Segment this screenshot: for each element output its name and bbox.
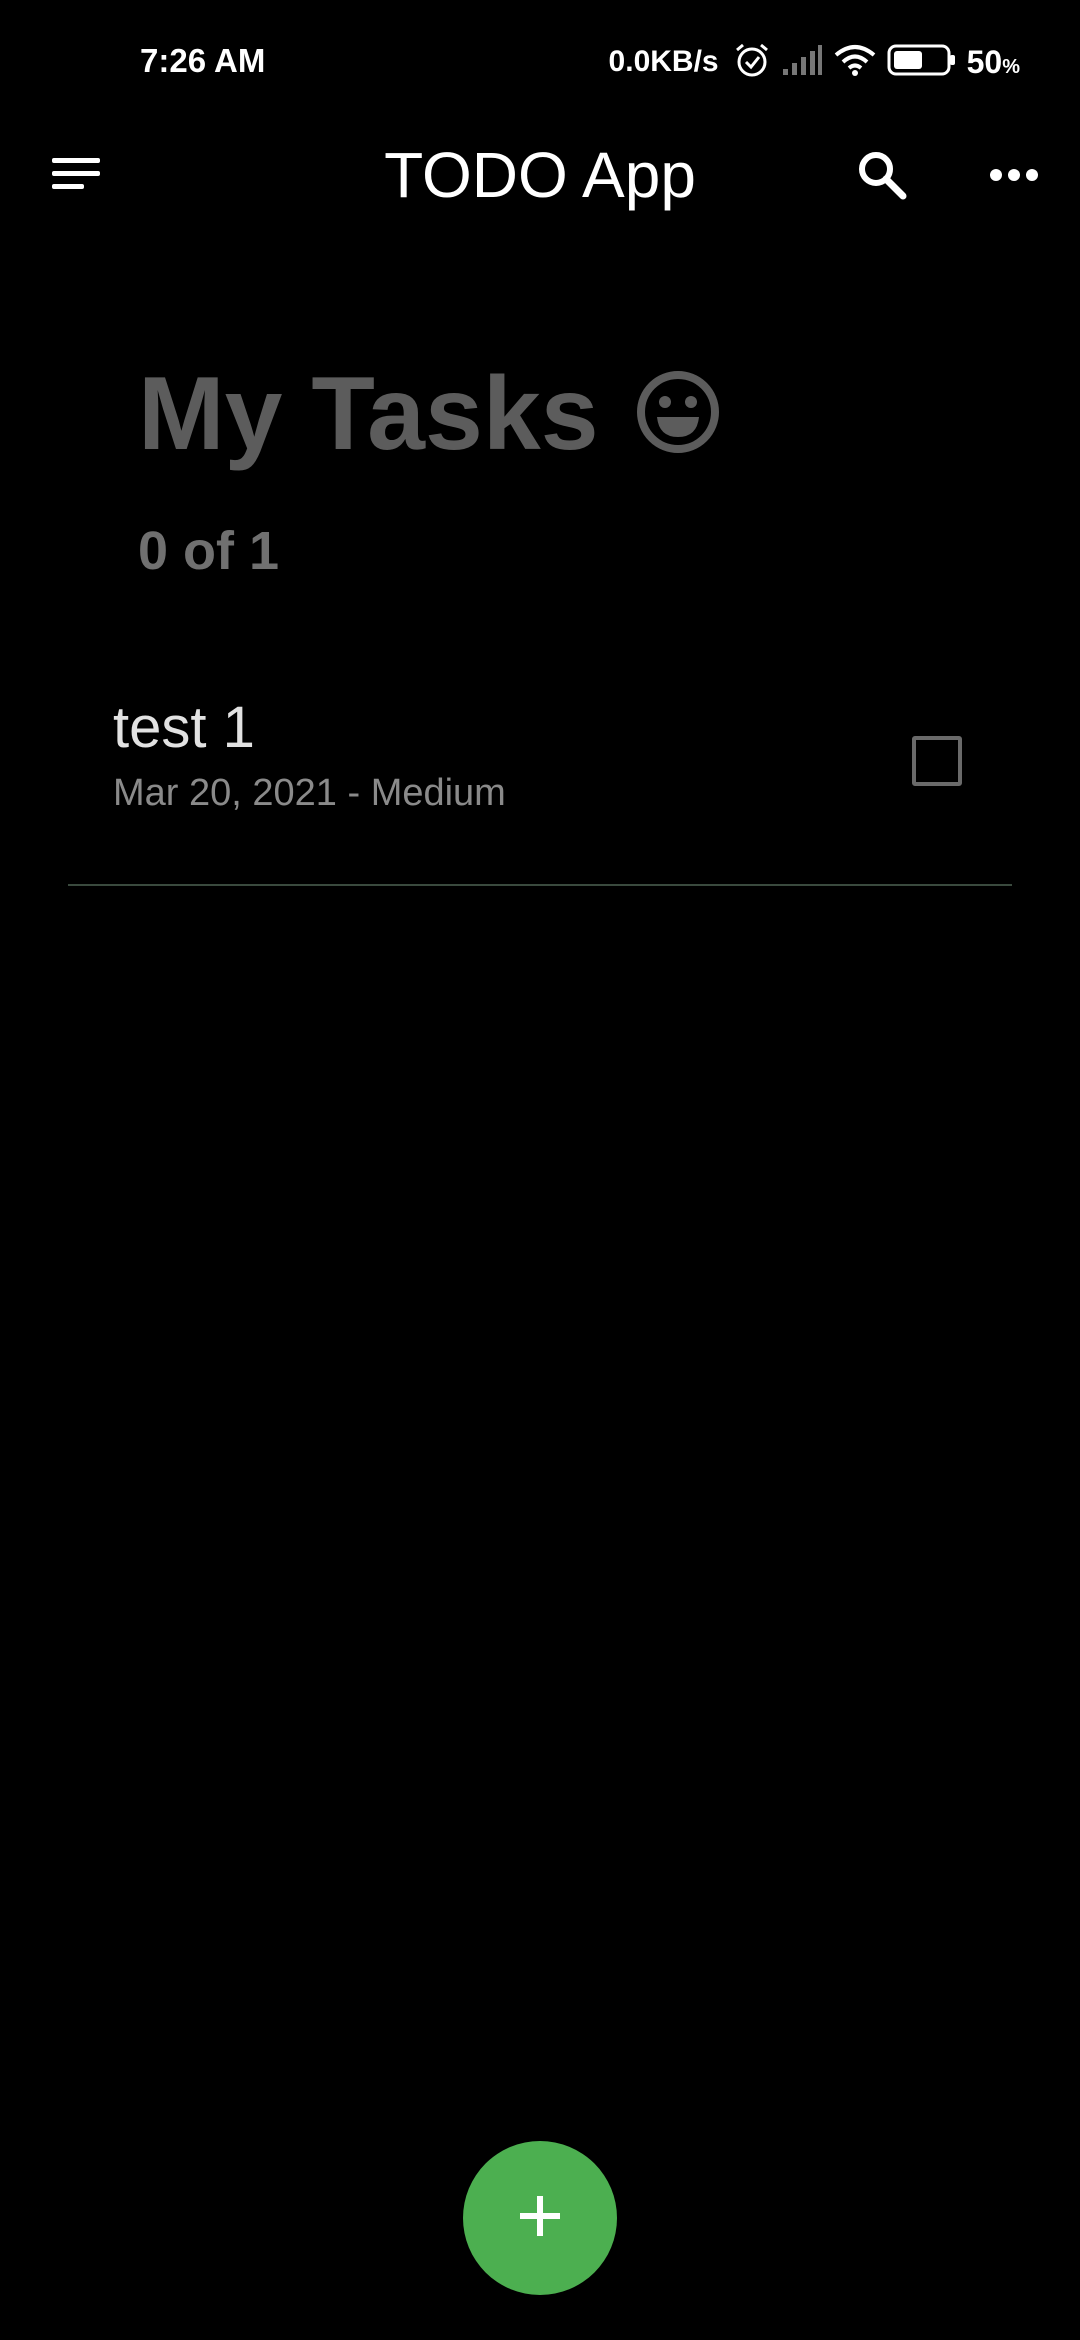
search-icon: [856, 149, 908, 206]
page-heading: My Tasks: [138, 362, 721, 466]
task-title: test 1: [113, 695, 255, 760]
net-speed: 0.0KB/s: [608, 45, 719, 78]
smiley-icon: [635, 369, 721, 460]
wifi-icon: [833, 43, 877, 82]
battery-icon: [887, 43, 957, 82]
battery-percentage: 50%: [966, 43, 1020, 80]
more-options-button[interactable]: [978, 144, 1050, 210]
status-time: 7:26 AM: [140, 42, 266, 79]
page-title: My Tasks: [138, 356, 599, 472]
task-count: 0 of 1: [138, 521, 280, 581]
task-list: test 1 Mar 20, 2021 - Medium: [68, 670, 1012, 886]
status-bar: 7:26 AM 0.0KB/s 50%: [0, 0, 1080, 126]
task-checkbox[interactable]: [912, 736, 962, 786]
more-icon: [989, 168, 1039, 187]
signal-icon: [781, 43, 823, 82]
app-bar: TODO App: [0, 126, 1080, 226]
plus-icon: [516, 2192, 564, 2245]
search-button[interactable]: [846, 144, 918, 210]
status-icons: 0.0KB/s 50%: [609, 36, 1020, 88]
alarm-icon: [733, 41, 771, 84]
task-item[interactable]: test 1 Mar 20, 2021 - Medium: [68, 670, 1012, 886]
add-task-button[interactable]: [463, 2141, 617, 2295]
task-meta: Mar 20, 2021 - Medium: [113, 772, 506, 814]
app-title: TODO App: [384, 139, 696, 211]
